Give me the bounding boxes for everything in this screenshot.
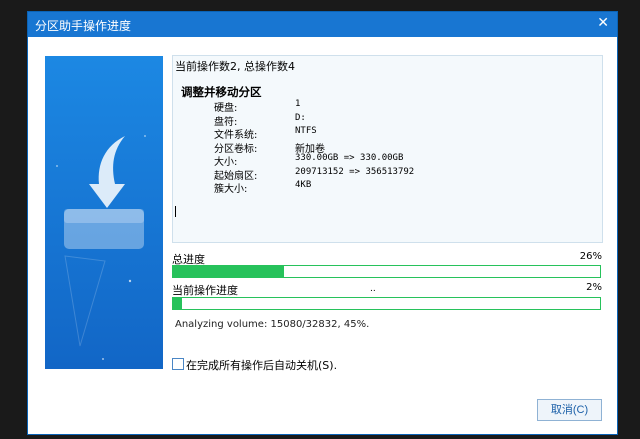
progress-dialog: 分区助手操作进度 ✕ 当前操作数2, 总操作数4 调整并移动分区 硬盘: 1 盘… xyxy=(27,11,618,435)
current-progress-fill xyxy=(173,298,182,309)
operation-title: 调整并移动分区 xyxy=(181,85,262,99)
drive-download-icon xyxy=(56,135,146,360)
status-text: Analyzing volume: 15080/32832, 45%. xyxy=(175,319,370,330)
shutdown-label[interactable]: 在完成所有操作后自动关机(S). xyxy=(186,357,337,373)
detail-label: 硬盘: xyxy=(214,103,238,114)
current-progress-percent: 2% xyxy=(586,282,602,293)
current-progress-label: 当前操作进度 xyxy=(172,284,238,297)
detail-label: 簇大小: xyxy=(214,184,248,195)
detail-value: 209713152 => 356513792 xyxy=(295,167,415,177)
total-progress-fill xyxy=(173,266,285,277)
detail-label: 文件系统: xyxy=(214,130,258,141)
total-progress-percent: 26% xyxy=(579,251,602,262)
detail-value: D: xyxy=(295,113,306,123)
text-caret xyxy=(175,206,176,217)
side-illustration-panel xyxy=(45,56,163,369)
detail-value: NTFS xyxy=(295,126,317,136)
current-progress-dots: .. xyxy=(370,284,376,294)
detail-value: 1 xyxy=(295,99,301,109)
window-title: 分区助手操作进度 xyxy=(35,19,132,33)
close-icon[interactable]: ✕ xyxy=(597,15,609,31)
operation-count: 当前操作数2, 总操作数4 xyxy=(175,60,295,73)
total-progress-bar xyxy=(172,265,601,278)
shutdown-checkbox[interactable] xyxy=(172,358,184,370)
cancel-button[interactable]: 取消(C) xyxy=(537,399,602,421)
title-bar: 分区助手操作进度 ✕ xyxy=(28,12,617,37)
current-progress-bar xyxy=(172,297,601,310)
operation-details: 当前操作数2, 总操作数4 调整并移动分区 硬盘: 1 盘符: D: 文件系统:… xyxy=(172,55,603,243)
detail-value: 4KB xyxy=(295,180,312,190)
detail-value: 330.00GB => 330.00GB xyxy=(295,153,404,163)
detail-label: 大小: xyxy=(214,157,238,168)
